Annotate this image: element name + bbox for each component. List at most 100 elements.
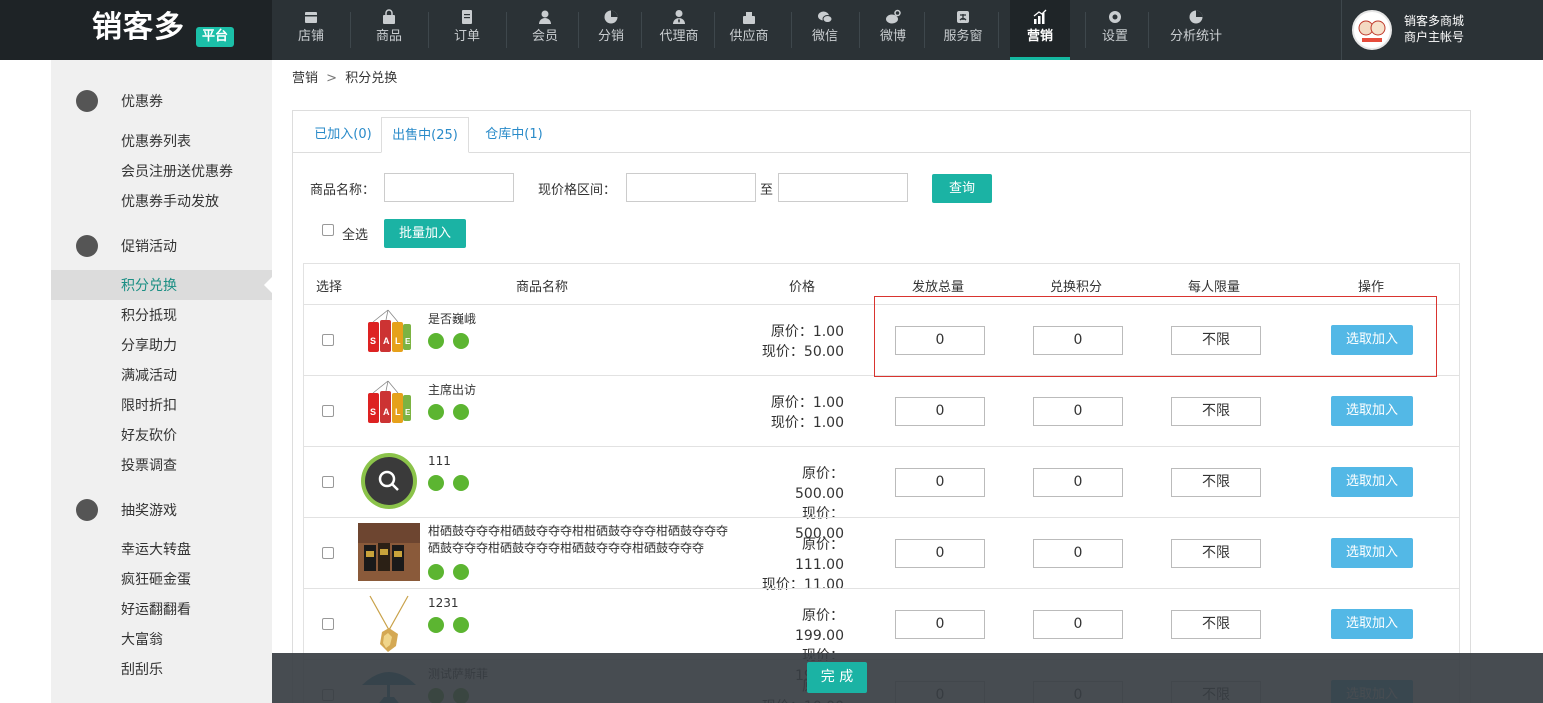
sidebar-item[interactable]: 好友砍价 <box>121 426 177 446</box>
header-select: 选择 <box>316 280 343 295</box>
sidebar-item[interactable]: 会员注册送优惠券 <box>121 162 233 182</box>
link-icon[interactable] <box>453 333 469 349</box>
tab-joined[interactable]: 已加入(0) <box>303 117 383 153</box>
sidebar-item[interactable]: 疯狂砸金蛋 <box>121 570 191 590</box>
nav-item-6[interactable]: 供应商 <box>726 0 772 60</box>
sidebar-item[interactable]: 好运翻翻看 <box>121 600 191 620</box>
product-thumbnail[interactable]: SALE <box>358 379 420 441</box>
nav-separator <box>998 12 999 48</box>
qr-code-icon[interactable] <box>428 333 444 349</box>
sidebar-item[interactable]: 限时折扣 <box>121 396 177 416</box>
price-max-input[interactable] <box>778 173 908 202</box>
exchange-points-input[interactable]: 0 <box>1033 468 1123 497</box>
select-add-button[interactable]: 选取加入 <box>1331 538 1413 568</box>
done-button[interactable]: 完 成 <box>807 662 867 693</box>
user-menu[interactable]: 销客多商城 商户主帐号 <box>1341 0 1543 60</box>
sidebar-item[interactable]: 积分兑换 <box>121 276 177 296</box>
select-add-button[interactable]: 选取加入 <box>1331 467 1413 497</box>
select-add-button[interactable]: 选取加入 <box>1331 396 1413 426</box>
nav-label: 服务窗 <box>943 29 983 44</box>
product-name[interactable]: 柑硒鼓夺夺夺柑硒鼓夺夺夺柑柑硒鼓夺夺夺柑硒鼓夺夺夺硒鼓夺夺夺柑硒鼓夺夺夺柑硒鼓夺… <box>428 523 738 557</box>
nav-item-11[interactable]: 设置 <box>1100 0 1130 60</box>
header-price: 价格 <box>789 280 816 295</box>
sidebar-group-1[interactable]: 促销活动 <box>51 230 272 260</box>
per-person-limit-input[interactable]: 不限 <box>1171 539 1261 568</box>
batch-add-button[interactable]: 批量加入 <box>384 219 466 248</box>
nav-item-9[interactable]: 服务窗 <box>940 0 986 60</box>
price-cell: 原价：1.00 现价：1.00 <box>759 393 844 433</box>
nav-item-10[interactable]: 营销 <box>1010 0 1070 60</box>
qr-code-icon[interactable] <box>428 564 444 580</box>
sidebar-item[interactable]: 大富翁 <box>121 630 163 650</box>
nav-item-5[interactable]: 代理商 <box>656 0 702 60</box>
header-total-issued: 发放总量 <box>912 280 965 295</box>
select-add-button[interactable]: 选取加入 <box>1331 609 1413 639</box>
tab-warehouse[interactable]: 仓库中(1) <box>469 117 559 153</box>
sidebar-item[interactable]: 优惠券列表 <box>121 132 191 152</box>
qr-code-icon[interactable] <box>428 617 444 633</box>
exchange-points-input[interactable]: 0 <box>1033 539 1123 568</box>
sidebar-item[interactable]: 满减活动 <box>121 366 177 386</box>
sidebar: 优惠券优惠券列表会员注册送优惠券 优惠券手动发放促销活动积分兑换积分抵现分享助力满… <box>51 60 272 703</box>
product-thumbnail[interactable] <box>358 450 420 512</box>
link-icon[interactable] <box>453 564 469 580</box>
link-icon[interactable] <box>453 404 469 420</box>
sidebar-group-2[interactable]: 抽奖游戏 <box>51 494 272 524</box>
product-name[interactable]: 主席出访 <box>428 382 738 399</box>
nav-label: 订单 <box>453 29 480 44</box>
nav-item-2[interactable]: 订单 <box>452 0 482 60</box>
nav-label: 分析统计 <box>1169 29 1222 44</box>
product-name[interactable]: 是否巍峨 <box>428 311 738 328</box>
product-thumbnail[interactable]: SALE <box>358 308 420 370</box>
sidebar-item[interactable]: 积分抵现 <box>121 306 177 326</box>
product-thumbnail[interactable] <box>358 592 420 654</box>
per-person-limit-input[interactable]: 不限 <box>1171 610 1261 639</box>
select-all-checkbox[interactable] <box>322 224 334 236</box>
nav-item-8[interactable]: 微博 <box>878 0 908 60</box>
breadcrumb-root[interactable]: 营销 <box>292 71 318 86</box>
qr-code-icon[interactable] <box>428 404 444 420</box>
row-checkbox[interactable] <box>322 547 334 559</box>
sidebar-group-0[interactable]: 优惠券 <box>51 85 272 115</box>
nav-item-0[interactable]: 店铺 <box>296 0 326 60</box>
nav-item-4[interactable]: 分销 <box>596 0 626 60</box>
sidebar-item[interactable]: 分享助力 <box>121 336 177 356</box>
exchange-points-input[interactable]: 0 <box>1033 610 1123 639</box>
gear-icon <box>1100 9 1130 25</box>
row-checkbox[interactable] <box>322 618 334 630</box>
qr-code-icon[interactable] <box>428 475 444 491</box>
row-checkbox[interactable] <box>322 476 334 488</box>
sidebar-item[interactable]: 优惠券手动发放 <box>121 192 219 212</box>
nav-item-12[interactable]: 分析统计 <box>1166 0 1226 60</box>
member-icon <box>530 9 560 25</box>
product-name[interactable]: 1231 <box>428 595 738 612</box>
total-issued-input[interactable]: 0 <box>895 610 985 639</box>
exchange-points-input[interactable]: 0 <box>1033 397 1123 426</box>
nav-item-7[interactable]: 微信 <box>810 0 840 60</box>
supplier-icon <box>726 9 772 25</box>
price-min-input[interactable] <box>626 173 756 202</box>
total-issued-input[interactable]: 0 <box>895 397 985 426</box>
sidebar-item[interactable]: 投票调查 <box>121 456 177 476</box>
per-person-limit-input[interactable]: 不限 <box>1171 468 1261 497</box>
link-icon[interactable] <box>453 617 469 633</box>
row-checkbox[interactable] <box>322 405 334 417</box>
product-name[interactable]: 111 <box>428 453 738 470</box>
brand-logo[interactable]: 销客多 平台 <box>0 0 272 60</box>
link-icon[interactable] <box>453 475 469 491</box>
nav-item-1[interactable]: 商品 <box>374 0 404 60</box>
promo-icon <box>76 235 98 257</box>
svg-text:E: E <box>405 337 411 346</box>
product-name-input[interactable] <box>384 173 514 202</box>
query-button[interactable]: 查询 <box>932 174 992 203</box>
sidebar-item[interactable]: 刮刮乐 <box>121 660 163 680</box>
total-issued-input[interactable]: 0 <box>895 539 985 568</box>
top-navbar: 销客多 平台 店铺 商品 订单 会员 分销 代理商 供应商 微信 微博 服务窗 营销 设置 分析统计 销… <box>0 0 1543 60</box>
product-thumbnail[interactable] <box>358 521 420 583</box>
tab-on-sale[interactable]: 出售中(25) <box>381 117 469 153</box>
nav-item-3[interactable]: 会员 <box>530 0 560 60</box>
per-person-limit-input[interactable]: 不限 <box>1171 397 1261 426</box>
row-checkbox[interactable] <box>322 334 334 346</box>
total-issued-input[interactable]: 0 <box>895 468 985 497</box>
sidebar-item[interactable]: 幸运大转盘 <box>121 540 191 560</box>
